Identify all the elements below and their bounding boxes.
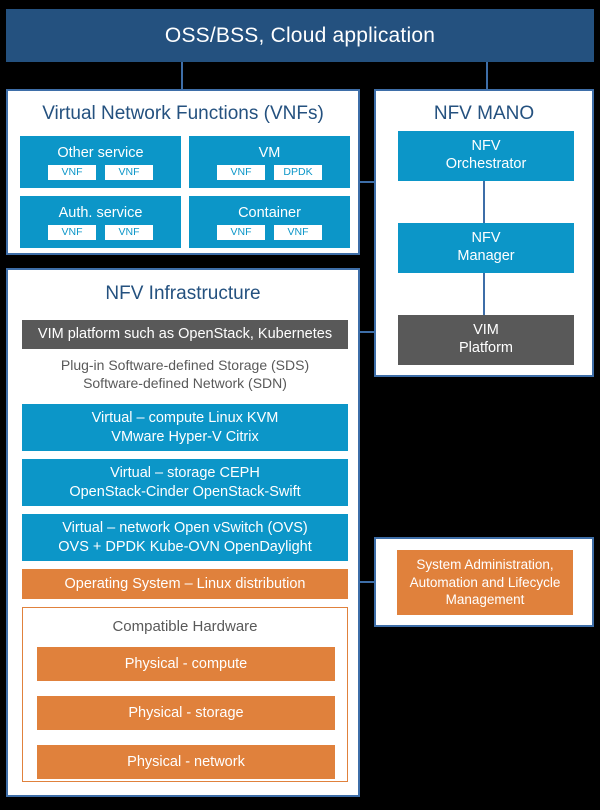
connector-header-to-mano xyxy=(486,62,488,90)
oss-bss-cloud-application-header: OSS/BSS, Cloud application xyxy=(6,9,594,62)
vnf-chip-group: VNF DPDK xyxy=(217,164,322,180)
vnf-card-container[interactable]: Container VNF VNF xyxy=(189,196,350,248)
infra-panel-title: NFV Infrastructure xyxy=(105,283,261,304)
vnf-chip[interactable]: VNF xyxy=(217,164,265,180)
plugin-sds-note-line1: Plug-in Software-defined Storage (SDS) xyxy=(60,357,310,373)
vnf-card-title: Container xyxy=(238,205,301,221)
vnf-card-other-service[interactable]: Other service VNF VNF xyxy=(20,136,181,188)
vim-platform-bar-label: VIM platform such as OpenStack, Kubernet… xyxy=(37,326,333,343)
diagram-canvas: OSS/BSS, Cloud application Virtual Netwo… xyxy=(0,0,600,810)
virtual-compute-line2: VMware Hyper-V Citrix xyxy=(111,428,259,445)
nfv-orchestrator-line2: Orchestrator xyxy=(445,156,527,172)
nfv-orchestrator-line1: NFV xyxy=(471,138,501,155)
nfv-mano-panel: NFV MANO NFV Orchestrator NFV Manager VI… xyxy=(374,89,594,377)
vnf-chip[interactable]: VNF xyxy=(105,224,153,240)
vnf-chip-group: VNF VNF xyxy=(217,224,322,240)
nfv-infrastructure-panel: NFV Infrastructure VIM platform such as … xyxy=(6,268,360,797)
vnf-card-title: Auth. service xyxy=(58,205,143,221)
nfv-manager-line2: Manager xyxy=(457,248,515,264)
operating-system-label: Operating System – Linux distribution xyxy=(64,575,306,592)
system-administration-panel: System Administration, Automation and Li… xyxy=(374,537,594,627)
virtual-compute-bar[interactable]: Virtual – compute Linux KVM VMware Hyper… xyxy=(22,404,348,451)
mano-panel-title: NFV MANO xyxy=(433,103,535,124)
vnf-chip[interactable]: VNF xyxy=(48,164,96,180)
system-administration-box[interactable]: System Administration, Automation and Li… xyxy=(397,550,573,615)
vnf-chip[interactable]: VNF xyxy=(105,164,153,180)
plugin-sds-sdn-note: Plug-in Software-defined Storage (SDS) S… xyxy=(22,356,348,393)
vnf-panel-title: Virtual Network Functions (VNFs) xyxy=(42,103,324,124)
vnf-chip[interactable]: VNF xyxy=(274,224,322,240)
vnf-card-auth-service[interactable]: Auth. service VNF VNF xyxy=(20,196,181,248)
virtual-compute-line1: Virtual – compute Linux KVM xyxy=(91,410,279,427)
virtual-storage-bar[interactable]: Virtual – storage CEPH OpenStack-Cinder … xyxy=(22,459,348,506)
vim-platform-line1: VIM xyxy=(473,322,499,339)
vnf-card-vm[interactable]: VM VNF DPDK xyxy=(189,136,350,188)
vim-platform-box[interactable]: VIM Platform xyxy=(398,315,574,365)
compatible-hardware-title: Compatible Hardware xyxy=(112,618,258,635)
vnf-card-title: VM xyxy=(258,145,281,161)
physical-compute-label: Physical - compute xyxy=(124,656,248,672)
vnf-chip-group: VNF VNF xyxy=(48,224,153,240)
physical-network-bar[interactable]: Physical - network xyxy=(37,745,335,779)
physical-storage-bar[interactable]: Physical - storage xyxy=(37,696,335,730)
vnf-chip[interactable]: VNF xyxy=(48,224,96,240)
connector-header-to-vnf xyxy=(181,62,183,90)
vnf-card-title: Other service xyxy=(57,145,144,161)
compatible-hardware-panel: Compatible Hardware Physical - compute P… xyxy=(22,607,348,782)
plugin-sdn-note-line2: Software-defined Network (SDN) xyxy=(83,375,287,392)
virtual-network-functions-panel: Virtual Network Functions (VNFs) Other s… xyxy=(6,89,360,255)
virtual-network-line2: OVS + DPDK Kube-OVN OpenDaylight xyxy=(58,538,312,555)
virtual-network-line1: Virtual – network Open vSwitch (OVS) xyxy=(62,520,308,537)
header-title: OSS/BSS, Cloud application xyxy=(164,23,436,47)
dpdk-chip[interactable]: DPDK xyxy=(274,164,322,180)
nfv-orchestrator-box[interactable]: NFV Orchestrator xyxy=(398,131,574,181)
virtual-network-bar[interactable]: Virtual – network Open vSwitch (OVS) OVS… xyxy=(22,514,348,561)
virtual-storage-line2: OpenStack-Cinder OpenStack-Swift xyxy=(69,483,301,500)
system-administration-label: System Administration, Automation and Li… xyxy=(409,557,561,608)
vim-platform-line2: Platform xyxy=(459,340,513,356)
physical-storage-label: Physical - storage xyxy=(128,705,244,721)
nfv-manager-line1: NFV xyxy=(471,230,501,247)
connector-manager-to-vim-platform xyxy=(483,273,485,315)
connector-orchestrator-to-manager xyxy=(483,181,485,223)
vnf-chip[interactable]: VNF xyxy=(217,224,265,240)
physical-compute-bar[interactable]: Physical - compute xyxy=(37,647,335,681)
nfv-manager-box[interactable]: NFV Manager xyxy=(398,223,574,273)
physical-network-label: Physical - network xyxy=(127,754,245,770)
operating-system-bar[interactable]: Operating System – Linux distribution xyxy=(22,569,348,599)
virtual-storage-line1: Virtual – storage CEPH xyxy=(110,465,260,482)
vnf-card-grid: Other service VNF VNF VM VNF DPDK Auth. … xyxy=(20,136,350,248)
vim-platform-bar[interactable]: VIM platform such as OpenStack, Kubernet… xyxy=(22,320,348,349)
vnf-chip-group: VNF VNF xyxy=(48,164,153,180)
